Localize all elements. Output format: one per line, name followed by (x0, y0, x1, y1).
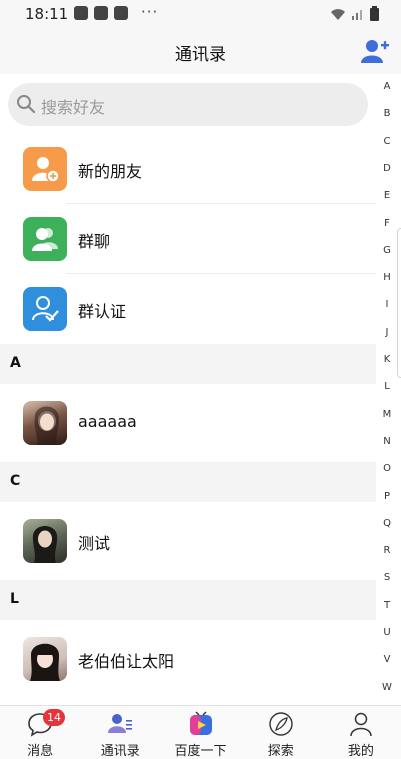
new-friends-label: 新的朋友 (78, 162, 143, 181)
tab-label: 探索 (267, 744, 294, 759)
section-letter: C (10, 473, 21, 489)
index-letter[interactable]: V (376, 654, 398, 665)
wifi-icon (331, 9, 345, 20)
new-friends-icon (23, 147, 67, 191)
index-letter[interactable]: G (376, 245, 398, 256)
baidu-video-icon (189, 711, 212, 735)
app-notification-icon (94, 6, 108, 20)
index-letter[interactable]: E (376, 190, 398, 201)
index-letter[interactable]: C (376, 136, 398, 147)
notification-icons (74, 6, 128, 20)
search-input[interactable]: 搜索好友 (8, 83, 368, 126)
tab-mine[interactable]: 我的 (321, 706, 401, 759)
group-verify-label: 群认证 (78, 302, 127, 321)
index-letter[interactable]: K (376, 354, 398, 365)
battery-icon (370, 6, 379, 21)
status-more: ··· (141, 3, 159, 21)
tab-messages[interactable]: 14 消息 (0, 706, 80, 759)
group-verify-icon (23, 287, 67, 331)
contact-name: 测试 (78, 534, 111, 553)
tab-label: 百度一下 (174, 744, 227, 759)
index-letter[interactable]: W (376, 682, 398, 693)
index-letter[interactable]: I (376, 299, 398, 310)
index-letter[interactable]: R (376, 545, 398, 556)
group-chat-label: 群聊 (78, 232, 111, 251)
contact-name: aaaaaa (78, 412, 137, 431)
group-chat-icon (23, 217, 67, 261)
status-bar: 18:11 ··· (0, 0, 401, 28)
header: 通讯录 (0, 28, 401, 74)
status-time: 18:11 (25, 5, 69, 23)
index-letter[interactable]: Q (376, 518, 398, 529)
page-title: 通讯录 (175, 45, 226, 65)
app-notification-icon (114, 6, 128, 20)
index-letter[interactable]: H (376, 272, 398, 283)
avatar (23, 637, 67, 681)
section-header-c: C (0, 462, 376, 502)
contacts-icon (108, 714, 133, 733)
avatar (23, 519, 67, 563)
index-letter[interactable]: D (376, 163, 398, 174)
contact-list: 新的朋友 群聊 群认证 A aaaaaa C 测试 L 老伯伯让太阳 (0, 134, 376, 698)
contact-item[interactable]: 测试 (0, 502, 376, 580)
index-letter[interactable]: O (376, 463, 398, 474)
unread-badge: 14 (43, 709, 65, 726)
group-chat-item[interactable]: 群聊 (0, 204, 376, 274)
app-notification-icon (74, 6, 88, 20)
compass-feather-icon (269, 712, 293, 736)
signal-icon (352, 10, 362, 20)
person-icon (350, 712, 372, 737)
side-scroll-handle[interactable] (397, 228, 401, 378)
section-header-l: L (0, 580, 376, 620)
new-friends-item[interactable]: 新的朋友 (0, 134, 376, 204)
system-icons (330, 6, 379, 21)
avatar (23, 401, 67, 445)
tab-baidu[interactable]: 百度一下 (160, 706, 240, 759)
bottom-tab-bar: 14 消息 通讯录 百度一下 探索 我的 (0, 705, 401, 759)
section-letter: L (10, 591, 19, 607)
index-letter[interactable]: F (376, 218, 398, 229)
index-letter[interactable]: M (376, 409, 398, 420)
index-letter[interactable]: B (376, 108, 398, 119)
group-verify-item[interactable]: 群认证 (0, 274, 376, 344)
tab-label: 消息 (27, 744, 54, 759)
search-placeholder: 搜索好友 (41, 98, 106, 117)
index-letter[interactable]: J (376, 327, 398, 338)
contact-item[interactable]: aaaaaa (0, 384, 376, 462)
search-icon (17, 95, 36, 114)
tab-contacts[interactable]: 通讯录 (80, 706, 160, 759)
section-header-a: A (0, 344, 376, 384)
index-letter[interactable]: P (376, 491, 398, 502)
index-letter[interactable]: T (376, 600, 398, 611)
tab-explore[interactable]: 探索 (241, 706, 321, 759)
add-friend-icon[interactable] (361, 38, 389, 64)
index-letter[interactable]: A (376, 81, 398, 92)
tab-label: 通讯录 (100, 744, 140, 759)
index-letter[interactable]: L (376, 381, 398, 392)
contact-name: 老伯伯让太阳 (78, 652, 175, 671)
section-letter: A (10, 355, 21, 371)
tab-label: 我的 (347, 744, 374, 759)
contact-item[interactable]: 老伯伯让太阳 (0, 620, 376, 698)
index-letter[interactable]: S (376, 572, 398, 583)
index-letter[interactable]: U (376, 627, 398, 638)
index-letter[interactable]: N (376, 436, 398, 447)
alphabet-index[interactable]: A B C D E F G H I J K L M N O P Q R S T U V W (376, 75, 398, 705)
